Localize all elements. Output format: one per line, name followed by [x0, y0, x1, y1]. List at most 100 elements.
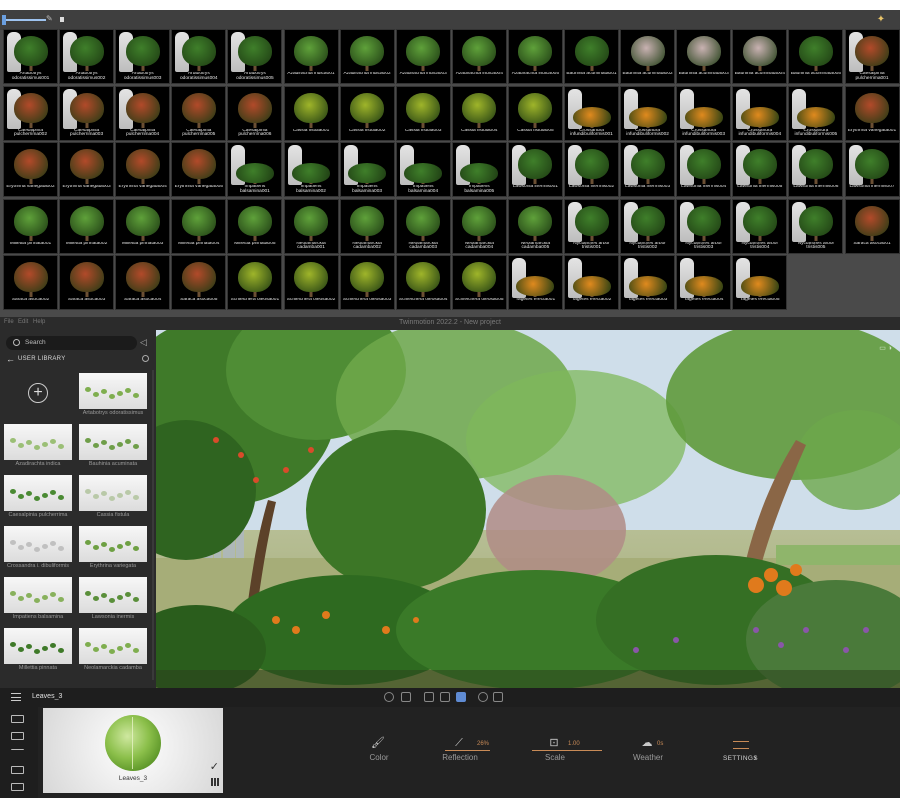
asset-thumbnail[interactable]: Lawsonia inermis007	[844, 142, 900, 197]
asset-thumbnail[interactable]: Erythrina variegata005	[171, 142, 227, 197]
asset-thumbnail[interactable]: Erythrina variegata004	[115, 142, 171, 197]
asset-thumbnail[interactable]: Neolamarckia cadamba003	[395, 198, 451, 254]
asset-thumbnail[interactable]: Schleichera oleosa004	[395, 255, 451, 310]
asset-thumbnail[interactable]: Lawsonia inermis003	[620, 142, 676, 197]
asset-thumbnail[interactable]: Saraca asoca002	[3, 255, 58, 310]
page-icon[interactable]	[60, 17, 64, 22]
library-item[interactable]: Neolamarckia cadamba	[79, 628, 147, 678]
pipette-icon[interactable]	[456, 692, 466, 702]
asset-thumbnail[interactable]: Caesalpinia pulcherrima002	[3, 85, 58, 141]
grid-icon[interactable]	[211, 778, 219, 786]
media-icon[interactable]	[11, 766, 24, 774]
asset-thumbnail[interactable]: Cassia fistula004	[451, 85, 507, 141]
asset-thumbnail[interactable]: Lawsonia inermis005	[732, 142, 788, 197]
asset-thumbnail[interactable]: Tagetes erecta005	[732, 255, 788, 310]
hamburger-menu-icon[interactable]	[11, 693, 21, 701]
asset-thumbnail[interactable]: Millettia pinnata005	[227, 198, 283, 254]
asset-thumbnail[interactable]: Cassia fistula003	[395, 85, 451, 141]
search-input[interactable]: Search	[6, 336, 137, 350]
asset-thumbnail[interactable]: Lawsonia inermis006	[788, 142, 844, 197]
asset-thumbnail[interactable]: Impatiens balsamina004	[395, 142, 451, 197]
asset-thumbnail[interactable]: Artabotrys odoratissimus002	[59, 29, 115, 84]
asset-thumbnail[interactable]: Saraca asoca004	[115, 255, 171, 310]
library-item[interactable]: Lawsonia inermis	[79, 577, 147, 627]
asset-thumbnail[interactable]: Impatiens balsamina002	[283, 142, 339, 197]
camera-icon[interactable]	[384, 692, 394, 702]
asset-thumbnail[interactable]: Cassia fistula001	[283, 85, 339, 141]
collapse-panel-icon[interactable]: ◁	[140, 337, 150, 347]
asset-thumbnail[interactable]: Erythrina variegata002	[3, 142, 58, 197]
library-item[interactable]: Caesalpinia pulcherrima	[4, 475, 72, 525]
asset-thumbnail[interactable]: Bauhinia acuminata004	[732, 29, 788, 84]
library-scrollbar[interactable]	[152, 370, 154, 680]
asset-thumbnail[interactable]: Impatiens balsamina005	[451, 142, 507, 197]
asset-thumbnail[interactable]: Lawsonia inermis001	[507, 142, 563, 197]
asset-thumbnail[interactable]: Crossandra infundibuliformis002	[620, 85, 676, 141]
asset-thumbnail[interactable]: Crossandra infundibuliformis005	[788, 85, 844, 141]
asset-thumbnail[interactable]: Schleichera oleosa005	[451, 255, 507, 310]
asset-thumbnail[interactable]: Nyctanthes arbor tristis004	[732, 198, 788, 254]
asset-thumbnail[interactable]: Tagetes erecta002	[564, 255, 619, 310]
asset-thumbnail[interactable]: Caesalpinia pulcherrima004	[115, 85, 171, 141]
asset-thumbnail[interactable]: Saraca asoca001	[844, 198, 900, 254]
asset-thumbnail[interactable]: Cassia fistula002	[339, 85, 395, 141]
asset-thumbnail[interactable]: Caesalpinia pulcherrima005	[171, 85, 227, 141]
asset-thumbnail[interactable]: Azadirachta indica001	[283, 29, 339, 84]
asset-thumbnail[interactable]: Neolamarckia cadamba004	[451, 198, 507, 254]
back-arrow-icon[interactable]: ←	[6, 354, 15, 364]
asset-thumbnail[interactable]: Bauhinia acuminata001	[564, 29, 619, 84]
asset-thumbnail[interactable]: Nyctanthes arbor tristis003	[676, 198, 732, 254]
shapes-icon[interactable]	[424, 692, 434, 702]
asset-thumbnail[interactable]: Crossandra infundibuliformis004	[732, 85, 788, 141]
asset-thumbnail[interactable]: Saraca asoca003	[59, 255, 115, 310]
asset-thumbnail[interactable]: Artabotrys odoratissimus004	[171, 29, 227, 84]
library-icon[interactable]	[11, 732, 24, 740]
asset-thumbnail[interactable]: Erythrina variegata001	[844, 85, 900, 141]
asset-thumbnail[interactable]: Tagetes erecta004	[676, 255, 732, 310]
library-item[interactable]: Impatiens balsamina	[4, 577, 72, 627]
asset-thumbnail[interactable]: Azadirachta indica003	[395, 29, 451, 84]
viewport-tools-icon[interactable]: ▭ ◑	[879, 344, 892, 352]
asset-thumbnail[interactable]: Nyctanthes arbor tristis001	[564, 198, 619, 254]
asset-thumbnail[interactable]: Tagetes erecta003	[620, 255, 676, 310]
asset-thumbnail[interactable]: Bauhinia acuminata005	[788, 29, 844, 84]
asset-thumbnail[interactable]: Millettia pinnata004	[171, 198, 227, 254]
asset-thumbnail[interactable]: Impatiens balsamina003	[339, 142, 395, 197]
asset-thumbnail[interactable]: Millettia pinnata001	[3, 198, 58, 254]
asset-thumbnail[interactable]: Schleichera oleosa003	[339, 255, 395, 310]
asset-thumbnail[interactable]: Nyctanthes arbor tristis002	[620, 198, 676, 254]
reflection-slider[interactable]	[445, 750, 490, 751]
asset-thumbnail[interactable]: Neolamarckia cadamba002	[339, 198, 395, 254]
asset-thumbnail[interactable]: Lawsonia inermis004	[676, 142, 732, 197]
asset-thumbnail[interactable]: Millettia pinnata002	[59, 198, 115, 254]
export-icon[interactable]	[11, 783, 24, 791]
library-item[interactable]: Erythrina variegata	[79, 526, 147, 576]
asset-thumbnail[interactable]: Saraca asoca005	[171, 255, 227, 310]
library-item[interactable]: Bauhinia acuminata	[79, 424, 147, 474]
asset-thumbnail[interactable]: Neolamarckia cadamba005	[507, 198, 563, 254]
library-item[interactable]: Artabotrys odoratissimus	[79, 373, 147, 423]
asset-thumbnail[interactable]: Caesalpinia pulcherrima003	[59, 85, 115, 141]
material-preview[interactable]: Leaves_3 ✓	[43, 708, 223, 793]
asset-thumbnail[interactable]: Crossandra infundibuliformis003	[676, 85, 732, 141]
3d-viewport[interactable]: ▭ ◑	[156, 330, 900, 688]
asset-thumbnail[interactable]: Bauhinia acuminata002	[620, 29, 676, 84]
asset-thumbnail[interactable]: Lawsonia inermis002	[564, 142, 619, 197]
asset-thumbnail[interactable]: Artabotrys odoratissimus005	[227, 29, 283, 84]
asset-thumbnail[interactable]: Erythrina variegata003	[59, 142, 115, 197]
asset-thumbnail[interactable]: Azadirachta indica002	[339, 29, 395, 84]
asset-thumbnail[interactable]: Cassia fistula005	[507, 85, 563, 141]
asset-thumbnail[interactable]: Impatiens balsamina001	[227, 142, 283, 197]
thumbnail-size-slider[interactable]	[4, 19, 46, 21]
flag-icon[interactable]	[401, 692, 411, 702]
check-icon[interactable]: ✓	[210, 760, 219, 773]
asset-thumbnail[interactable]: Caesalpinia pulcherrima001	[844, 29, 900, 84]
globe-icon[interactable]	[478, 692, 488, 702]
thumbnail-size-slider-handle[interactable]	[2, 15, 6, 25]
library-item[interactable]: Cassia fistula	[79, 475, 147, 525]
pin-icon[interactable]: ✎	[46, 15, 53, 23]
asset-thumbnail[interactable]: Tagetes erecta001	[507, 255, 563, 310]
move-icon[interactable]	[493, 692, 503, 702]
asset-thumbnail[interactable]: Crossandra infundibuliformis001	[564, 85, 619, 141]
asset-thumbnail[interactable]: Bauhinia acuminata003	[676, 29, 732, 84]
